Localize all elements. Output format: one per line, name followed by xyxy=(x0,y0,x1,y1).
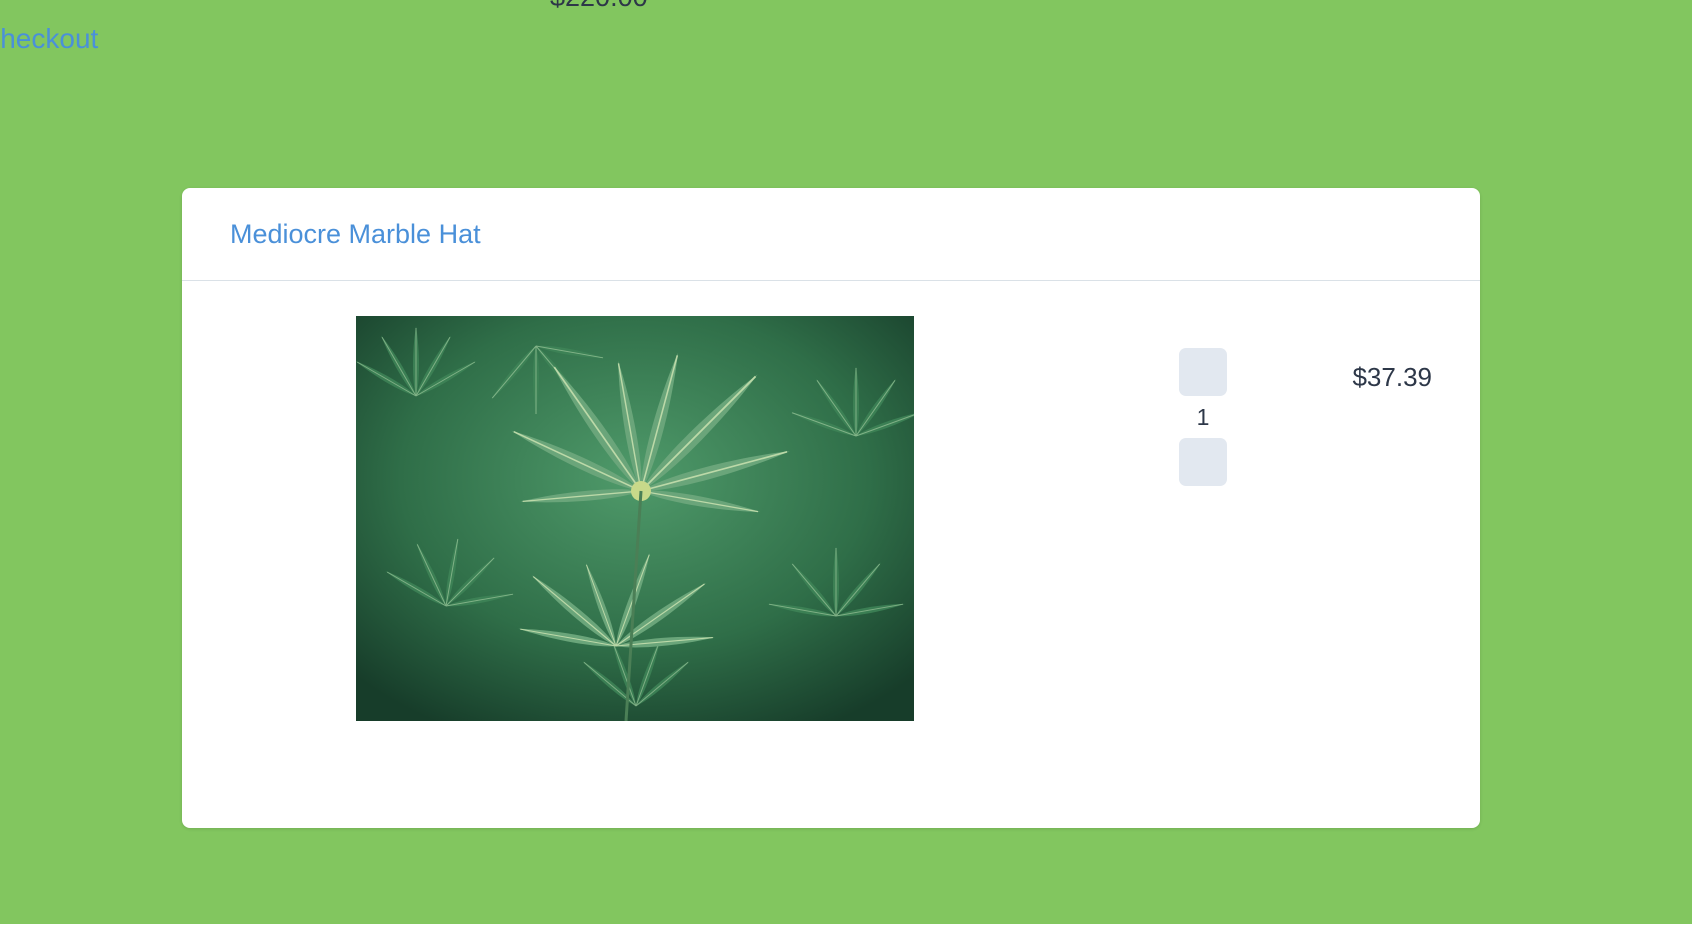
product-title-link[interactable]: Mediocre Marble Hat xyxy=(230,220,481,248)
cart-total: $220.00 xyxy=(550,0,648,11)
quantity-stepper: 1 xyxy=(1179,348,1227,486)
cannabis-plant-icon xyxy=(356,316,914,721)
page-background: $220.00 Checkout Mediocre Marble Hat xyxy=(0,0,1692,924)
cart-item-card: Mediocre Marble Hat 1 $37.39 xyxy=(182,188,1480,828)
decrease-quantity-button[interactable] xyxy=(1179,438,1227,486)
increase-quantity-button[interactable] xyxy=(1179,348,1227,396)
quantity-value: 1 xyxy=(1196,404,1210,430)
checkout-link[interactable]: Checkout xyxy=(0,25,98,53)
product-image xyxy=(356,316,914,721)
product-price: $37.39 xyxy=(1352,362,1432,392)
card-header: Mediocre Marble Hat xyxy=(182,188,1480,281)
